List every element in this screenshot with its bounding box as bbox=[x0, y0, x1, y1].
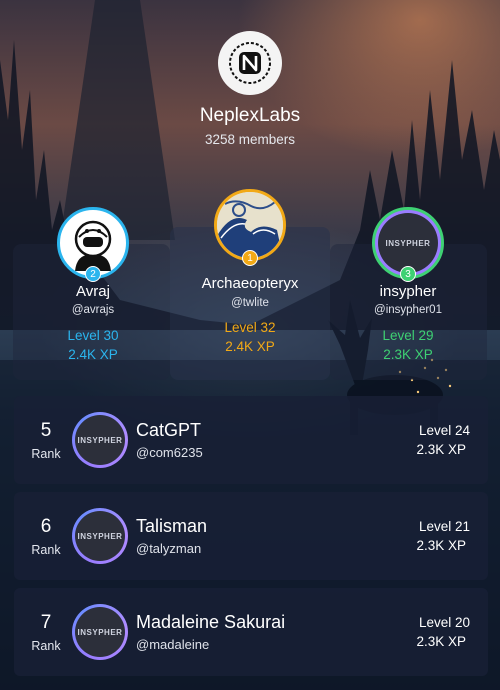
rank-label: Rank bbox=[31, 543, 61, 557]
user-avatar[interactable]: INSYPHER bbox=[72, 604, 128, 660]
great-wave-avatar-icon bbox=[217, 192, 283, 258]
user-handle: @com6235 bbox=[136, 445, 203, 460]
podium-second-name: Avraj bbox=[76, 283, 110, 300]
user-name[interactable]: Madaleine Sakurai bbox=[136, 612, 285, 633]
rank-label: Rank bbox=[31, 639, 61, 653]
user-name[interactable]: CatGPT bbox=[136, 420, 201, 441]
podium-third-level: Level 29 bbox=[382, 328, 434, 343]
podium-second-level: Level 30 bbox=[67, 328, 119, 343]
user-name[interactable]: Talisman bbox=[136, 516, 207, 537]
podium-second-place-badge: 2 bbox=[85, 266, 101, 282]
leaderboard-row-rank-7[interactable]: 7 Rank INSYPHER Madaleine Sakurai @madal… bbox=[14, 588, 488, 676]
podium-first-handle: @twlite bbox=[231, 297, 269, 309]
rank-label: Rank bbox=[31, 447, 61, 461]
podium-third-xp: 2.3K XP bbox=[383, 347, 433, 362]
rank-number: 5 bbox=[40, 420, 52, 441]
avatar-text: INSYPHER bbox=[75, 415, 125, 465]
user-level: Level 21 bbox=[418, 519, 470, 534]
user-level: Level 20 bbox=[418, 615, 470, 630]
avatar-text: INSYPHER bbox=[75, 607, 125, 657]
user-level: Level 24 bbox=[418, 423, 470, 438]
podium-third-handle: @insypher01 bbox=[374, 304, 442, 316]
podium-second-xp: 2.4K XP bbox=[68, 347, 118, 362]
podium-first-xp: 2.4K XP bbox=[225, 339, 275, 354]
member-count: 3258 members bbox=[204, 132, 296, 147]
user-avatar[interactable]: INSYPHER bbox=[72, 412, 128, 468]
community-name: NeplexLabs bbox=[199, 105, 301, 126]
user-xp: 2.3K XP bbox=[416, 634, 466, 649]
rank-number: 6 bbox=[40, 516, 52, 537]
podium-third-place-badge: 3 bbox=[400, 266, 416, 282]
podium-second-handle: @avrajs bbox=[71, 304, 115, 316]
community-logo bbox=[218, 31, 282, 95]
astronaut-avatar-icon bbox=[74, 220, 112, 271]
user-handle: @talyzman bbox=[136, 541, 202, 556]
user-handle: @madaleine bbox=[136, 637, 210, 652]
podium-first-name: Archaeopteryx bbox=[201, 275, 299, 292]
user-avatar[interactable]: INSYPHER bbox=[72, 508, 128, 564]
leaderboard-row-rank-5[interactable]: 5 Rank INSYPHER CatGPT @com6235 Level 24… bbox=[14, 396, 488, 484]
podium-third-avatar-text: INSYPHER bbox=[378, 213, 438, 273]
podium-third-name: insypher bbox=[379, 283, 437, 300]
podium-first-level: Level 32 bbox=[224, 320, 276, 335]
neplex-logo-icon bbox=[229, 42, 271, 84]
rank-number: 7 bbox=[40, 612, 52, 633]
avatar-text: INSYPHER bbox=[75, 511, 125, 561]
user-xp: 2.3K XP bbox=[416, 538, 466, 553]
podium-first-place-badge: 1 bbox=[242, 250, 258, 266]
leaderboard-row-rank-6[interactable]: 6 Rank INSYPHER Talisman @talyzman Level… bbox=[14, 492, 488, 580]
user-xp: 2.3K XP bbox=[416, 442, 466, 457]
